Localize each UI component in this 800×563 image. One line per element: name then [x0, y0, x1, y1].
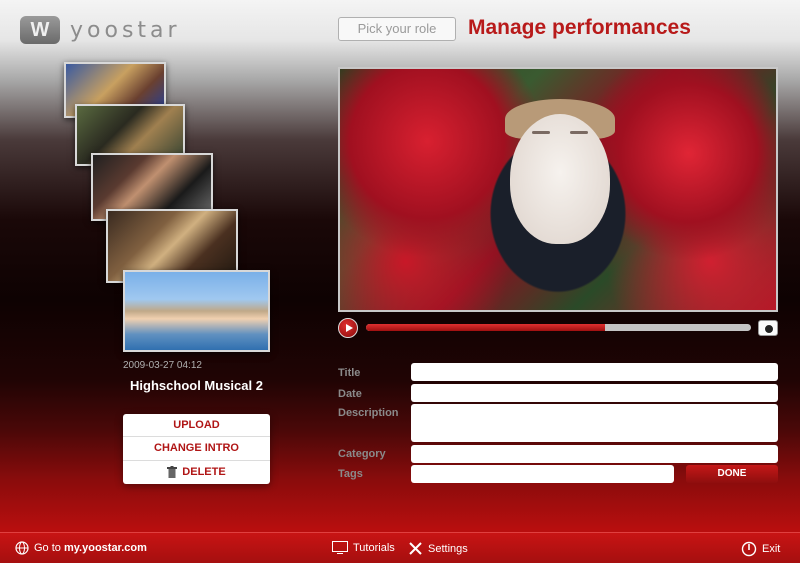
tags-input[interactable] — [411, 465, 674, 483]
pick-role-button[interactable]: Pick your role — [338, 17, 456, 41]
settings-label: Settings — [428, 542, 468, 555]
performance-name: Highschool Musical 2 — [130, 378, 263, 393]
video-eye-right — [570, 131, 588, 134]
power-icon — [741, 541, 757, 557]
play-button[interactable] — [338, 318, 358, 338]
delete-button[interactable]: DELETE — [123, 461, 270, 484]
monitor-icon — [332, 541, 348, 554]
done-button[interactable]: DONE — [686, 465, 778, 483]
trash-icon — [167, 466, 178, 479]
video-face — [510, 114, 610, 244]
goto-prefix: Go to — [34, 542, 61, 554]
goto-url: my.yoostar.com — [63, 542, 147, 554]
yoostar-logo: W yoostar — [20, 16, 181, 44]
delete-label: DELETE — [182, 466, 226, 479]
logo-mark-icon: W — [20, 16, 60, 44]
category-input[interactable] — [411, 445, 778, 463]
page-title: Manage performances — [468, 16, 691, 39]
performance-thumbnail-selected[interactable] — [123, 270, 270, 352]
description-input[interactable] — [411, 404, 778, 442]
exit-label: Exit — [762, 543, 781, 555]
tags-label: Tags — [338, 468, 363, 480]
category-label: Category — [338, 448, 386, 460]
logo-text: yoostar — [70, 17, 181, 43]
title-label: Title — [338, 367, 361, 379]
globe-icon — [15, 541, 29, 555]
snapshot-camera-icon[interactable] — [758, 320, 778, 336]
title-input[interactable] — [411, 363, 778, 381]
tools-icon — [409, 542, 422, 555]
footer-bar: Go to my.yoostar.com Tutorials Settings … — [0, 532, 800, 563]
change-intro-button[interactable]: CHANGE INTRO — [123, 437, 270, 461]
video-preview[interactable] — [338, 67, 778, 312]
performance-date: 2009-03-27 04:12 — [123, 360, 202, 371]
progress-fill — [366, 324, 605, 331]
date-label: Date — [338, 388, 362, 400]
action-menu: UPLOAD CHANGE INTRO DELETE — [123, 414, 270, 484]
tutorials-button[interactable]: Tutorials — [332, 541, 395, 554]
settings-button[interactable]: Settings — [408, 541, 468, 556]
description-label: Description — [338, 407, 399, 419]
tutorials-label: Tutorials — [353, 541, 395, 554]
upload-button[interactable]: UPLOAD — [123, 414, 270, 438]
video-eye-left — [532, 131, 550, 134]
progress-bar[interactable] — [366, 324, 751, 331]
goto-site-link[interactable]: Go to my.yoostar.com — [15, 541, 147, 555]
exit-button[interactable]: Exit — [741, 541, 780, 557]
date-input[interactable] — [411, 384, 778, 402]
